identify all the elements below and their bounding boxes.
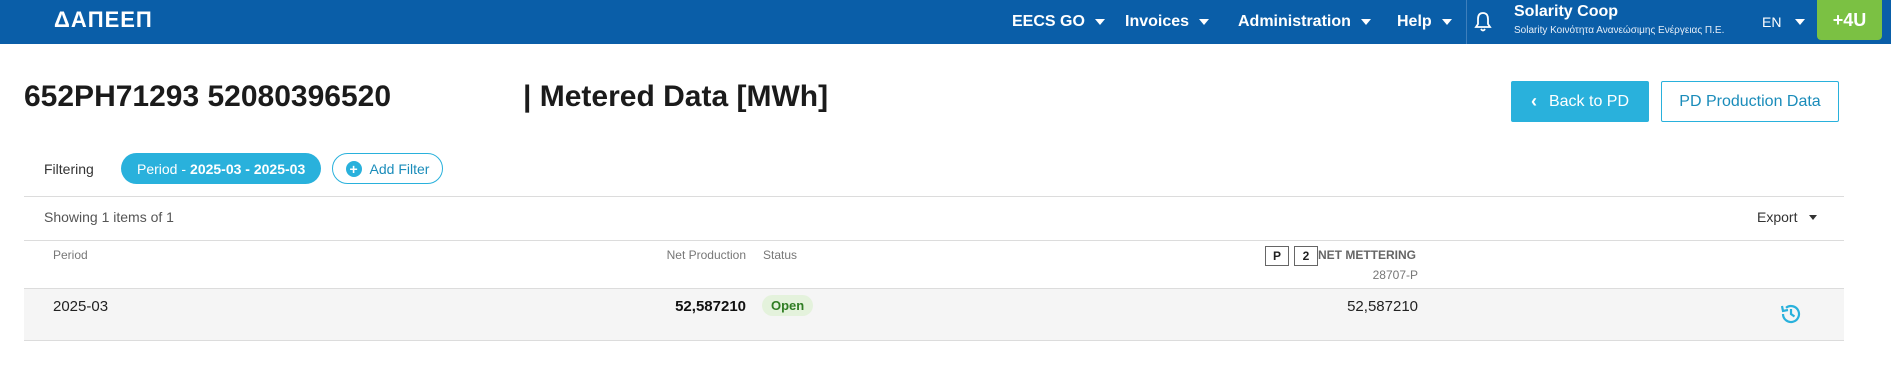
cell-period: 2025-03 — [53, 298, 109, 315]
bell-icon[interactable] — [1473, 11, 1493, 33]
nav-help-label: Help — [1397, 13, 1432, 30]
items-count: Showing 1 items of 1 — [44, 209, 174, 225]
chevron-down-icon — [1795, 19, 1806, 25]
language-label: EN — [1762, 14, 1782, 30]
plus4u-badge[interactable]: +4U — [1817, 0, 1882, 40]
top-navbar: ΔΑΠΕΕΠ EECS GO Invoices Administration H… — [0, 0, 1891, 44]
language-selector[interactable]: EN — [1762, 0, 1806, 44]
divider — [24, 196, 1844, 197]
export-label: Export — [1757, 209, 1798, 225]
period-filter-value: 2025-03 - 2025-03 — [190, 160, 306, 177]
nav-eecs-go-label: EECS GO — [1012, 13, 1085, 30]
filtering-label: Filtering — [44, 161, 94, 177]
nav-administration[interactable]: Administration — [1238, 0, 1371, 44]
column-header-net-production[interactable]: Net Production — [606, 248, 746, 262]
cell-net-metering: 52,587210 — [1347, 298, 1418, 315]
table-row[interactable] — [24, 289, 1844, 340]
column-header-period[interactable]: Period — [53, 248, 88, 262]
chevron-down-icon — [1809, 214, 1818, 220]
chevron-down-icon — [1199, 19, 1210, 25]
column-header-net-metering-id: 28707-P — [1372, 268, 1418, 282]
page-title-id: 652PH71293 52080396520 — [24, 80, 392, 113]
plus-circle-icon: + — [345, 160, 362, 177]
status-badge: Open — [762, 295, 814, 316]
chevron-down-icon — [1360, 19, 1371, 25]
nav-invoices-label: Invoices — [1125, 13, 1190, 30]
back-to-pd-button[interactable]: ‹ Back to PD — [1511, 81, 1649, 122]
chevron-down-icon — [1441, 19, 1452, 25]
page-title-suffix: | Metered Data [MWh] — [523, 80, 829, 113]
nav-administration-label: Administration — [1238, 13, 1351, 30]
add-filter-button[interactable]: + Add Filter — [332, 153, 443, 184]
chevron-left-icon: ‹ — [1530, 91, 1537, 111]
app-logo[interactable]: ΔΑΠΕΕΠ — [54, 7, 153, 33]
add-filter-label: Add Filter — [369, 160, 430, 177]
user-menu[interactable]: Solarity Coop Solarity Κοινότητα Ανανεώσ… — [1514, 3, 1724, 36]
column-header-net-metering[interactable]: NET METTERING — [1318, 248, 1416, 262]
period-filter-chip[interactable]: Period - 2025-03 - 2025-03 — [121, 153, 322, 184]
nav-invoices[interactable]: Invoices — [1125, 0, 1210, 44]
header-divider — [1466, 0, 1467, 44]
page-title: 652PH71293 52080396520 | Metered Data [MW… — [24, 80, 828, 114]
cell-net-production: 52,587210 — [675, 298, 746, 315]
nav-eecs-go[interactable]: EECS GO — [1012, 0, 1105, 44]
column-badge-2: 2 — [1294, 246, 1318, 266]
chevron-down-icon — [1094, 19, 1105, 25]
divider — [24, 240, 1844, 241]
column-header-status[interactable]: Status — [763, 248, 797, 262]
user-organization: Solarity Κοινότητα Ανανεώσιμης Ενέργειας… — [1514, 25, 1725, 36]
back-to-pd-label: Back to PD — [1548, 92, 1630, 110]
nav-help[interactable]: Help — [1397, 0, 1452, 44]
pd-production-data-button[interactable]: PD Production Data — [1661, 81, 1839, 122]
period-filter-label: Period - — [137, 160, 187, 177]
redacted-text — [391, 88, 524, 109]
user-name: Solarity Coop — [1514, 3, 1619, 20]
column-badge-p: P — [1265, 246, 1289, 266]
divider — [24, 340, 1844, 341]
history-icon[interactable] — [1779, 302, 1803, 326]
export-dropdown[interactable]: Export — [1757, 209, 1818, 225]
